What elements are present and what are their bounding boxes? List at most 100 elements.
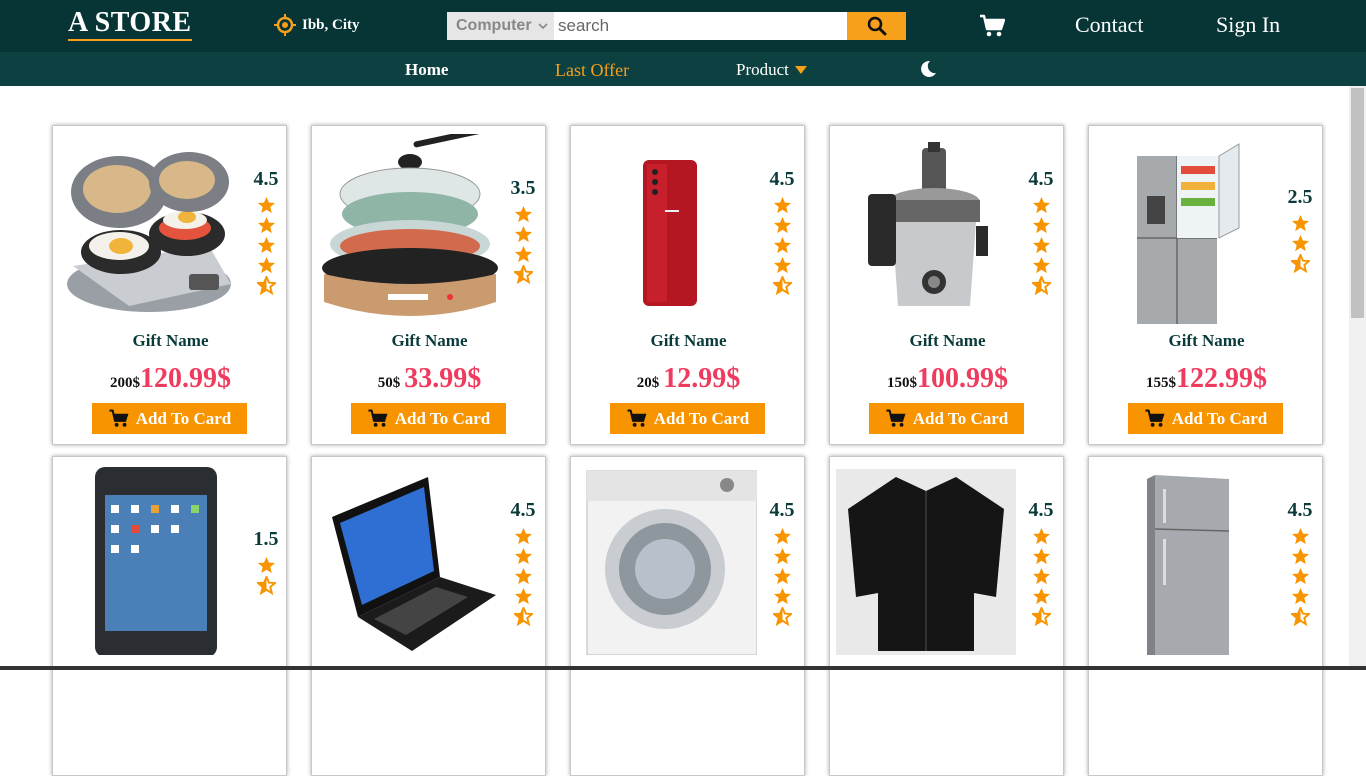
star-icon (514, 547, 533, 566)
cart-button[interactable] (979, 14, 1006, 43)
star-icon (514, 587, 533, 606)
star-half-icon (257, 276, 276, 295)
rating-stars (1285, 214, 1315, 274)
star-half-icon (773, 276, 792, 295)
location-icon (274, 14, 296, 36)
star-icon (1291, 567, 1310, 586)
cart-icon (1144, 409, 1166, 428)
rating-value: 4.5 (510, 499, 536, 521)
star-half-icon (514, 265, 533, 284)
product-price: 150$100.99$ (830, 363, 1063, 395)
product-card[interactable]: 4.5 Gift Name 20$ 12.99$ Add To Card (570, 125, 805, 445)
product-image-refrigerator-open (1137, 143, 1240, 324)
nav-home[interactable]: Home (405, 60, 448, 80)
rating-stars (251, 196, 281, 296)
add-to-cart-label: Add To Card (912, 408, 1009, 428)
rating-stars (767, 527, 797, 627)
star-icon (773, 547, 792, 566)
product-card[interactable]: 4.5 (570, 456, 805, 776)
old-price: 200$ (110, 375, 140, 391)
product-image-sandwich-maker (67, 152, 231, 312)
product-card[interactable]: 4.5 (829, 456, 1064, 776)
rating-value: 3.5 (510, 177, 536, 199)
product-card[interactable]: 4.5 Gift Name 200$120.99$ Add To Card (52, 125, 287, 445)
location-label: Ibb, City (302, 16, 360, 33)
sign-in-link[interactable]: Sign In (1216, 12, 1280, 38)
old-price: 50$ (377, 375, 401, 391)
search-category-select[interactable]: Computer (447, 12, 554, 40)
search-input[interactable] (554, 12, 847, 40)
rating-value: 2.5 (1287, 186, 1313, 208)
top-header: A STORE Ibb, City Computer Contact Sign … (0, 0, 1366, 52)
product-image-juicer (868, 142, 988, 306)
new-price: 120.99$ (140, 363, 231, 394)
star-icon (1291, 234, 1310, 253)
search-bar: Computer (447, 12, 906, 40)
old-price: 150$ (887, 375, 917, 391)
new-price: 33.99$ (404, 363, 482, 394)
star-icon (257, 256, 276, 275)
contact-link[interactable]: Contact (1075, 12, 1143, 38)
nav-product-label: Product (736, 60, 789, 79)
location-selector[interactable]: Ibb, City (274, 12, 360, 38)
rating-value: 4.5 (1028, 499, 1054, 521)
rating-value: 1.5 (253, 528, 279, 550)
product-name: Gift Name (391, 331, 468, 350)
star-icon (257, 216, 276, 235)
add-to-cart-button[interactable]: Add To Card (92, 403, 247, 434)
dark-mode-toggle[interactable] (919, 60, 937, 83)
add-to-cart-label: Add To Card (653, 408, 750, 428)
nav-last-offer[interactable]: Last Offer (555, 60, 629, 81)
rating-value: 4.5 (1287, 499, 1313, 521)
star-icon (257, 196, 276, 215)
scrollbar-thumb[interactable] (1351, 88, 1364, 318)
cart-icon (885, 409, 907, 428)
cart-icon (108, 409, 130, 428)
product-card[interactable]: 4.5 Gift Name 150$100.99$ Add To Card (829, 125, 1064, 445)
chevron-down-icon (537, 23, 548, 30)
product-card[interactable]: 3.5 Gift Name 50$ 33.99$ Add To Card (311, 125, 546, 445)
store-logo[interactable]: A STORE (68, 8, 192, 41)
star-icon (773, 256, 792, 275)
product-name: Gift Name (650, 331, 727, 350)
product-card[interactable]: 4.5 (1088, 456, 1323, 776)
add-to-cart-button[interactable]: Add To Card (1128, 403, 1283, 434)
bottom-edge (0, 666, 1366, 670)
rating-value: 4.5 (253, 168, 279, 190)
product-image-hot-pot (322, 134, 498, 316)
star-icon (773, 527, 792, 546)
new-price: 100.99$ (917, 363, 1008, 394)
rating-value: 4.5 (769, 499, 795, 521)
new-price: 12.99$ (663, 363, 741, 394)
add-to-cart-button[interactable]: Add To Card (869, 403, 1024, 434)
product-card[interactable]: 4.5 (311, 456, 546, 776)
nav-product-dropdown[interactable]: Product (736, 60, 807, 80)
search-button[interactable] (847, 12, 906, 40)
product-image-tablet (95, 467, 217, 655)
star-icon (514, 245, 533, 264)
product-name: Gift Name (132, 331, 209, 350)
star-icon (1032, 547, 1051, 566)
product-card[interactable]: 1.5 (52, 456, 287, 776)
star-icon (1032, 216, 1051, 235)
star-icon (773, 236, 792, 255)
rating-stars (251, 556, 281, 596)
star-icon (773, 216, 792, 235)
star-icon (257, 556, 276, 575)
add-to-cart-label: Add To Card (394, 408, 491, 428)
cart-icon (626, 409, 648, 428)
rating-stars (1026, 196, 1056, 296)
page-scrollbar[interactable] (1349, 86, 1366, 670)
star-icon (1032, 196, 1051, 215)
product-card[interactable]: 2.5 Gift Name 155$122.99$ Add To Card (1088, 125, 1323, 445)
add-to-cart-button[interactable]: Add To Card (351, 403, 506, 434)
star-icon (773, 196, 792, 215)
add-to-cart-label: Add To Card (135, 408, 232, 428)
star-icon (514, 527, 533, 546)
main-nav: Home Last Offer Product (0, 52, 1366, 86)
add-to-cart-button[interactable]: Add To Card (610, 403, 765, 434)
star-icon (514, 225, 533, 244)
add-to-cart-label: Add To Card (1171, 408, 1268, 428)
star-half-icon (1291, 607, 1310, 626)
rating-stars (508, 205, 538, 285)
